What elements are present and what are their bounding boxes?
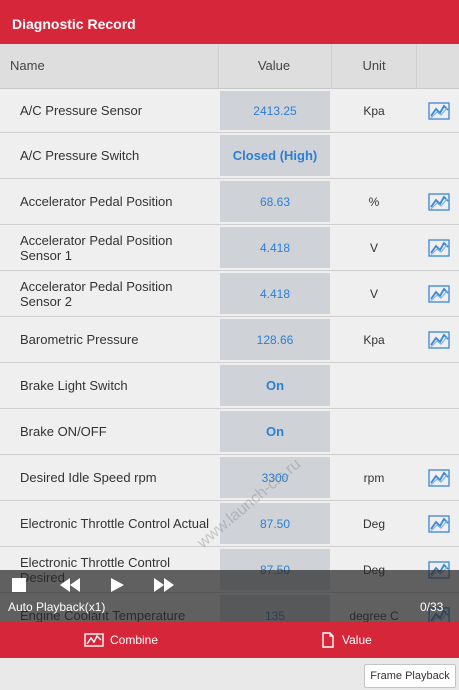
parameter-name: A/C Pressure Switch	[20, 148, 140, 163]
parameter-name: Brake Light Switch	[20, 378, 128, 393]
table-row[interactable]: Brake ON/OFF On	[0, 409, 459, 455]
graph-icon[interactable]	[418, 455, 459, 500]
window-title: Diagnostic Record	[12, 16, 136, 32]
parameter-unit: Kpa	[363, 103, 385, 118]
table-row[interactable]: A/C Pressure Switch Closed (High)	[0, 133, 459, 179]
table-row[interactable]: Desired Idle Speed rpm 3300 rpm	[0, 455, 459, 501]
parameter-name: Electronic Throttle Control Actual	[20, 516, 210, 531]
playback-mode-label: Auto Playback(x1)	[8, 600, 106, 614]
parameter-value: On	[220, 365, 330, 406]
parameter-value: 3300	[220, 457, 330, 498]
column-header-value: Value	[257, 58, 291, 73]
combine-label: Combine	[110, 633, 159, 647]
table-row[interactable]: Brake Light Switch On	[0, 363, 459, 409]
parameter-value: 4.418	[220, 227, 330, 268]
table-row[interactable]: Electronic Throttle Control Actual 87.50 D…	[0, 501, 459, 547]
parameter-value: 68.63	[220, 181, 330, 222]
parameter-unit	[332, 409, 416, 454]
fast-forward-icon[interactable]	[152, 576, 176, 594]
combine-graph-icon	[84, 633, 104, 647]
table-header: Name Value Unit	[0, 44, 459, 89]
parameter-value: 4.418	[220, 273, 330, 314]
parameter-value: 2413.25	[220, 91, 330, 130]
table-row[interactable]: A/C Pressure Sensor 2413.25 Kpa	[0, 89, 459, 133]
value-button[interactable]: Value	[320, 622, 372, 658]
graph-icon[interactable]	[418, 271, 459, 316]
parameter-name: Brake ON/OFF	[20, 424, 107, 439]
parameter-unit: rpm	[363, 470, 385, 485]
parameter-name: Accelerator Pedal Position Sensor 2	[20, 278, 173, 309]
frame-playback-button[interactable]: Frame Playback	[364, 664, 456, 688]
table-row[interactable]: Accelerator Pedal Position 68.63%	[0, 179, 459, 225]
footer-bar: Frame Playback	[0, 658, 459, 690]
parameter-unit	[332, 363, 416, 408]
rewind-icon[interactable]	[58, 576, 82, 594]
play-icon[interactable]	[108, 576, 126, 594]
table-row[interactable]: Accelerator Pedal Position Sensor 1 4.418…	[0, 225, 459, 271]
document-icon	[322, 632, 334, 648]
stop-icon[interactable]	[10, 576, 28, 594]
parameter-unit: %	[368, 194, 380, 209]
playback-bar: Auto Playback(x1) 0/33	[0, 570, 459, 622]
parameter-value: 87.50	[220, 503, 330, 544]
combine-button[interactable]: Combine	[84, 622, 158, 658]
parameter-unit	[332, 133, 416, 178]
parameter-unit: Deg	[362, 516, 385, 531]
parameter-name: Barometric Pressure	[20, 332, 139, 347]
parameter-name: Desired Idle Speed rpm	[20, 470, 157, 485]
parameter-name: Accelerator Pedal Position	[20, 194, 173, 209]
parameter-name: Accelerator Pedal Position Sensor 1	[20, 232, 173, 263]
data-stream-table[interactable]: A/C Pressure Sensor 2413.25 Kpa A/C Pressur…	[0, 89, 459, 622]
parameter-value: On	[220, 411, 330, 452]
graph-icon[interactable]	[418, 317, 459, 362]
parameter-unit: Kpa	[363, 332, 385, 347]
frame-counter: 0/33	[420, 600, 444, 614]
parameter-name: A/C Pressure Sensor	[20, 103, 143, 118]
parameter-unit: V	[369, 240, 378, 255]
graph-icon[interactable]	[418, 501, 459, 546]
table-row[interactable]: Accelerator Pedal Position Sensor 2 4.418…	[0, 271, 459, 317]
value-label: Value	[342, 633, 372, 647]
parameter-value: 128.66	[220, 319, 330, 360]
column-header-unit: Unit	[362, 58, 386, 73]
parameter-unit: V	[369, 286, 378, 301]
column-header-name: Name	[10, 58, 45, 73]
graph-icon[interactable]	[418, 225, 459, 270]
bottom-toolbar: Combine Value	[0, 622, 459, 658]
table-row[interactable]: Barometric Pressure 128.66 Kpa	[0, 317, 459, 363]
graph-icon[interactable]	[418, 89, 459, 132]
parameter-value: Closed (High)	[220, 135, 330, 176]
graph-icon[interactable]	[418, 179, 459, 224]
title-bar: Diagnostic Record	[0, 0, 459, 44]
